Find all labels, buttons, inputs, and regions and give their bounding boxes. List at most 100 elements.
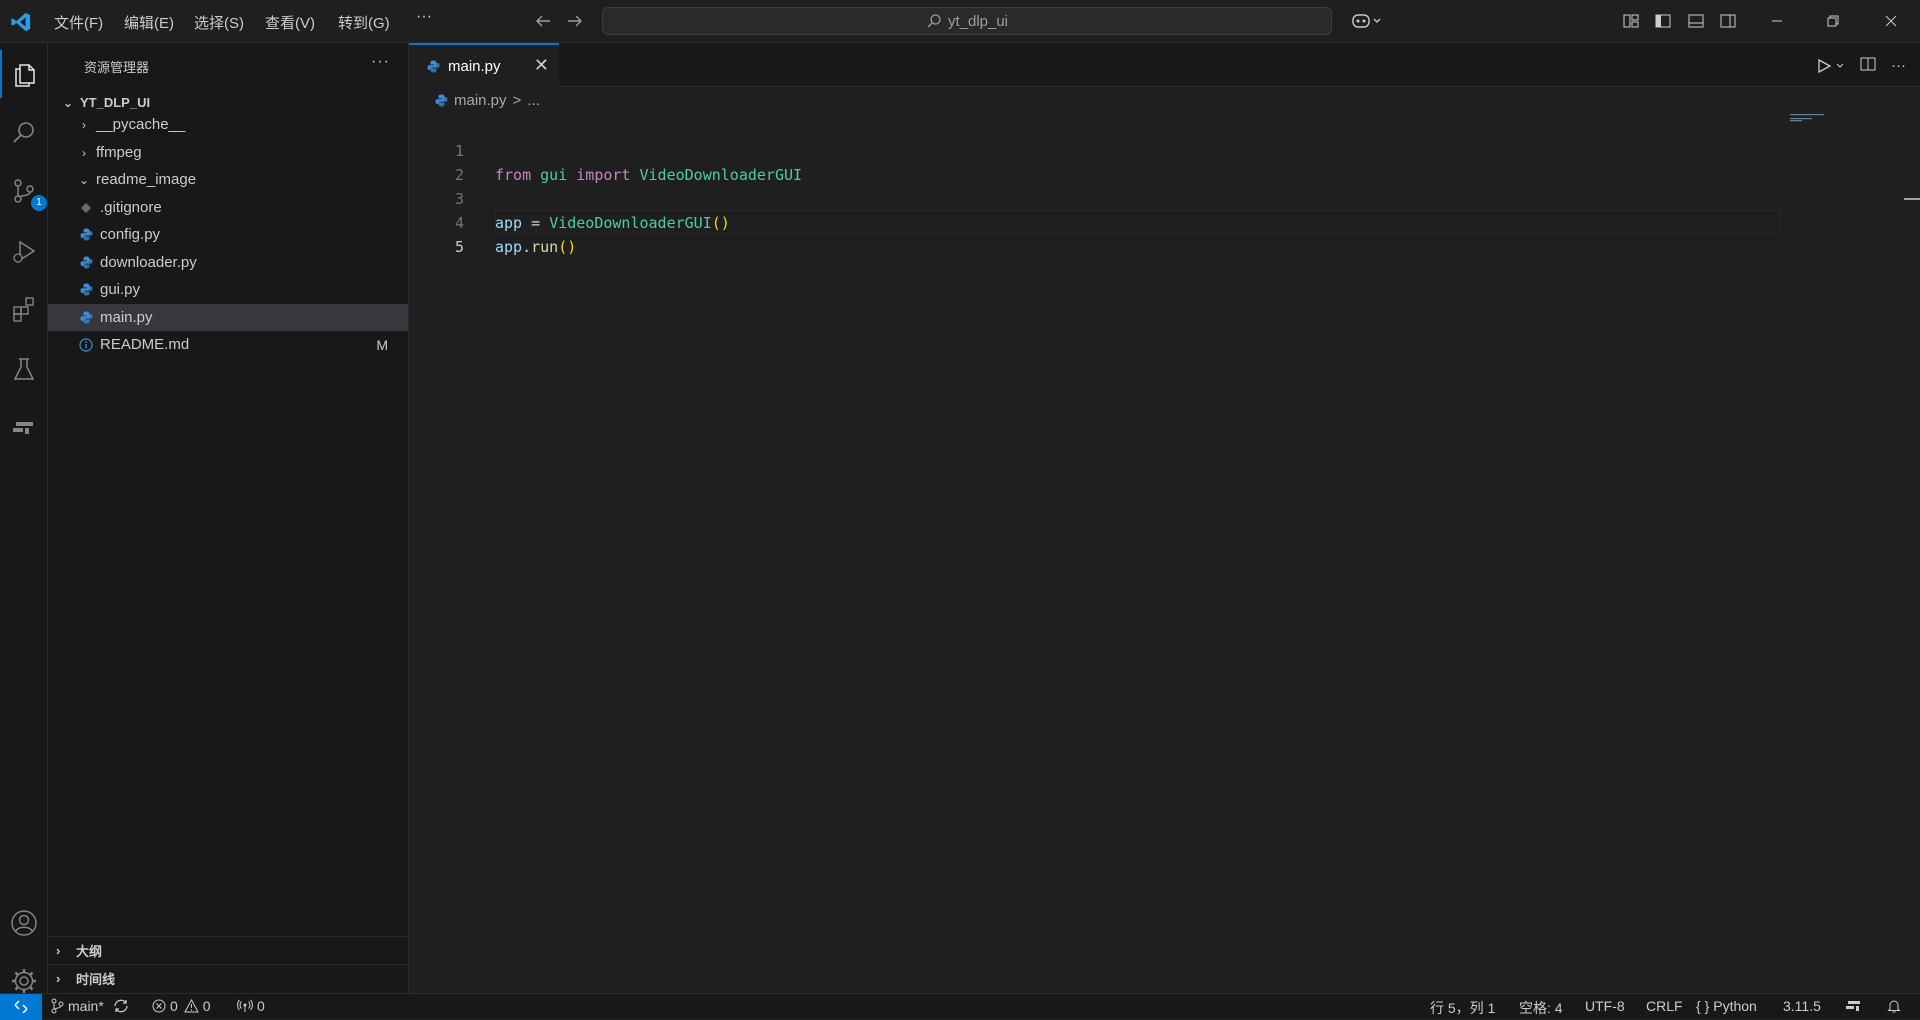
tree-item-pycache[interactable]: › __pycache__ <box>48 111 408 138</box>
customize-layout-icon[interactable] <box>1620 10 1642 32</box>
menu-edit[interactable]: 编辑(E) <box>124 12 174 33</box>
close-tab-icon[interactable]: ✕ <box>534 55 549 76</box>
language-label: Python <box>1713 998 1757 1014</box>
sync-icon[interactable] <box>112 998 130 1014</box>
tree-item-downloader-py[interactable]: downloader.py <box>48 249 408 276</box>
search-icon <box>927 14 941 28</box>
menu-view[interactable]: 查看(V) <box>265 12 315 33</box>
tree-item-label: README.md <box>100 336 190 353</box>
editor-tabs-bar: main.py ✕ ··· <box>409 43 1920 87</box>
tree-item-label: gui.py <box>100 281 141 298</box>
code-line: 4 app.run() <box>409 187 1779 256</box>
notifications-bell-icon[interactable] <box>1886 998 1902 1014</box>
extensions-icon[interactable] <box>0 285 48 333</box>
warning-icon <box>183 999 199 1013</box>
remote-tunnel-icon[interactable] <box>1844 998 1862 1014</box>
split-editor-icon[interactable] <box>1859 55 1877 76</box>
forward-arrow-icon[interactable] <box>564 10 586 32</box>
encoding-label: UTF-8 <box>1585 998 1625 1014</box>
python-interpreter-status[interactable]: 3.11.5 <box>1783 998 1821 1014</box>
vscode-logo-icon[interactable] <box>10 11 32 33</box>
tree-item-label: downloader.py <box>100 254 197 271</box>
tree-item-readme-md[interactable]: README.md M <box>48 331 408 358</box>
explorer-icon[interactable] <box>0 50 48 98</box>
chevron-right-icon: › <box>82 145 86 160</box>
tab-main-py[interactable]: main.py ✕ <box>409 43 559 87</box>
tree-item-label: main.py <box>100 309 153 326</box>
tree-item-config-py[interactable]: config.py <box>48 221 408 248</box>
code-text: app.run() <box>495 238 577 256</box>
source-control-icon[interactable]: 1 <box>0 167 48 215</box>
menu-selection[interactable]: 选择(S) <box>194 12 244 33</box>
toggle-secondary-sidebar-icon[interactable] <box>1717 10 1739 32</box>
line-number: 5 <box>454 238 464 256</box>
tree-item-main-py[interactable]: main.py <box>48 304 408 331</box>
menu-file[interactable]: 文件(F) <box>54 12 103 33</box>
outline-section[interactable]: › 大纲 <box>48 936 408 964</box>
python-file-icon <box>435 94 448 107</box>
tree-item-readme-image[interactable]: ⌄ readme_image <box>48 166 408 193</box>
problems-status[interactable]: 0 0 <box>152 998 211 1014</box>
branch-name: main* <box>68 998 104 1014</box>
language-status[interactable]: { } Python <box>1696 998 1757 1014</box>
outline-section-label: 大纲 <box>76 944 103 959</box>
menu-go[interactable]: 转到(G) <box>338 12 390 33</box>
ports-status[interactable]: 0 <box>237 998 265 1014</box>
toggle-panel-icon[interactable] <box>1685 10 1707 32</box>
cursor-position[interactable]: 行 5，列 1 <box>1430 998 1495 1018</box>
minimize-icon[interactable] <box>1766 10 1788 32</box>
remote-indicator-icon[interactable] <box>0 994 42 1020</box>
python-file-icon <box>427 60 440 73</box>
timeline-section[interactable]: › 时间线 <box>48 964 408 992</box>
status-bar: main* 0 0 0 行 5，列 1 空格: 4 UTF-8 CRLF { }… <box>0 993 1920 1020</box>
account-icon[interactable] <box>0 899 48 947</box>
menu-more-icon[interactable]: ··· <box>416 8 432 26</box>
breadcrumb: main.py > ... <box>435 92 540 109</box>
search-view-icon[interactable] <box>0 109 48 157</box>
code-editor[interactable]: 1 from gui import VideoDownloaderGUI 2 3… <box>409 110 1781 990</box>
editor-actions: ··· <box>1815 55 1906 76</box>
code-line: 3 app = VideoDownloaderGUI() <box>409 163 1779 232</box>
indentation-status[interactable]: 空格: 4 <box>1519 998 1563 1018</box>
activity-bar: 1 <box>0 43 48 993</box>
minimap[interactable] <box>1790 113 1830 133</box>
current-line-highlight <box>495 210 1781 234</box>
source-control-badge: 1 <box>31 195 47 211</box>
scrollbar-cursor-marker <box>1904 198 1920 200</box>
toggle-primary-sidebar-icon[interactable] <box>1652 10 1674 32</box>
tree-item-label: ffmpeg <box>96 144 142 161</box>
back-arrow-icon[interactable] <box>532 10 554 32</box>
tree-item-gitignore[interactable]: .gitignore <box>48 194 408 221</box>
branch-status[interactable]: main* <box>50 998 130 1014</box>
tree-item-label: config.py <box>100 226 161 243</box>
chevron-right-icon: › <box>82 117 86 132</box>
warning-count: 0 <box>202 998 211 1014</box>
timeline-section-label: 时间线 <box>76 972 116 987</box>
command-center-search[interactable]: yt_dlp_ui <box>602 7 1332 35</box>
python-file-icon <box>78 282 94 298</box>
breadcrumb-file[interactable]: main.py <box>454 92 507 109</box>
testing-flask-icon[interactable] <box>0 345 48 393</box>
eol-status[interactable]: CRLF <box>1646 998 1683 1014</box>
title-bar: 文件(F) 编辑(E) 选择(S) 查看(V) 转到(G) ··· yt_dlp… <box>0 0 1920 43</box>
tree-item-gui-py[interactable]: gui.py <box>48 276 408 303</box>
encoding-status[interactable]: UTF-8 <box>1585 998 1625 1014</box>
sidebar-more-icon[interactable]: ··· <box>371 53 390 71</box>
sidebar-title: 资源管理器 <box>84 60 150 75</box>
editor-more-icon[interactable]: ··· <box>1891 57 1906 74</box>
close-window-icon[interactable] <box>1880 10 1902 32</box>
breadcrumb-symbols[interactable]: ... <box>527 92 540 109</box>
restore-icon[interactable] <box>1822 10 1844 32</box>
chevron-right-icon: › <box>56 943 61 958</box>
run-debug-icon[interactable] <box>0 227 48 275</box>
remote-explorer-icon[interactable] <box>0 403 48 451</box>
python-version-label: 3.11.5 <box>1783 998 1821 1014</box>
copilot-icon[interactable] <box>1350 10 1386 32</box>
tree-item-label: readme_image <box>96 171 197 188</box>
run-python-icon[interactable] <box>1815 57 1845 75</box>
breadcrumb-separator: > <box>512 92 522 109</box>
tree-item-ffmpeg[interactable]: › ffmpeg <box>48 139 408 166</box>
cursor-position-label: 行 5，列 1 <box>1430 1000 1496 1016</box>
python-file-icon <box>78 227 94 243</box>
error-icon <box>152 999 166 1013</box>
